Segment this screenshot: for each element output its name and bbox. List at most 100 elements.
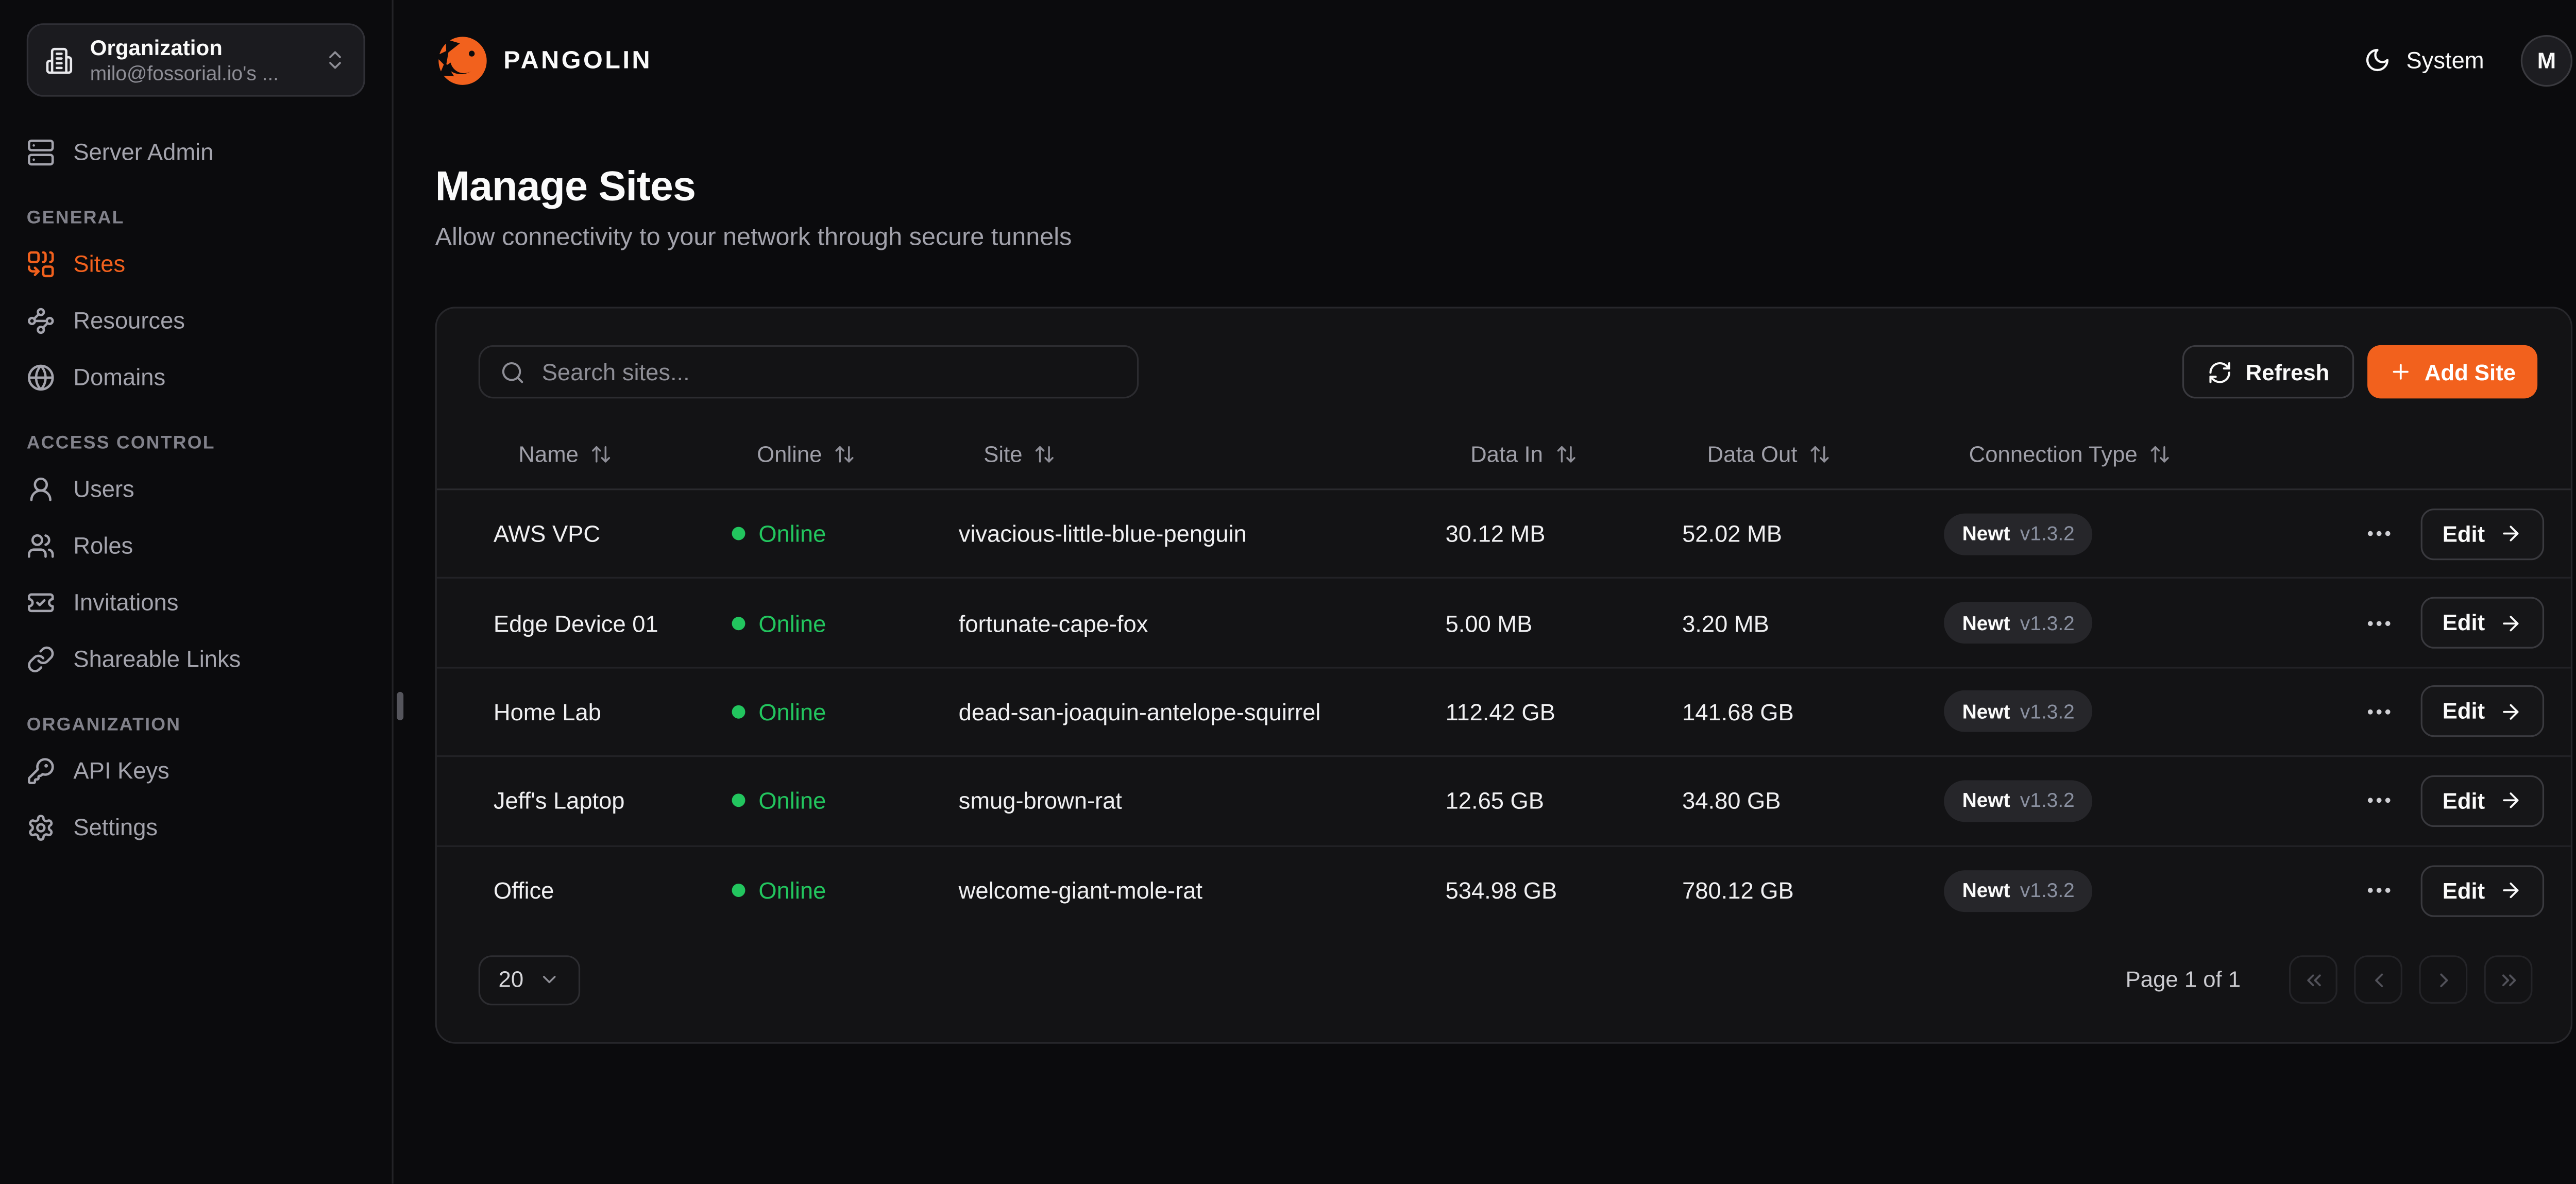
arrow-right-icon [2498,879,2521,902]
refresh-button[interactable]: Refresh [2182,345,2354,399]
row-menu-button[interactable] [2364,697,2394,727]
edit-button[interactable]: Edit [2421,686,2544,738]
actions-cell: Edit [2364,597,2576,649]
first-page-button[interactable] [2289,956,2337,1005]
online-status-cell: Online [732,520,959,547]
org-switcher[interactable]: Organization milo@fossorial.io's ... [27,23,365,96]
add-site-button[interactable]: Add Site [2368,345,2537,399]
refresh-icon [2207,359,2232,384]
sidebar-item-label: Invitations [73,588,178,615]
sites-table-card: Refresh Add Site Name Online Site Data I… [435,307,2573,1043]
globe-icon [27,363,55,391]
sidebar-item-settings[interactable]: Settings [27,799,365,855]
online-label: Online [758,877,826,904]
name-cell: Edge Device 01 [494,610,732,636]
sidebar-item-roles[interactable]: Roles [27,517,365,573]
sort-icon [1809,443,1831,464]
column-header-name[interactable]: Name [494,441,732,466]
row-menu-button[interactable] [2364,876,2394,906]
avatar[interactable]: M [2521,34,2572,86]
pangolin-logo[interactable]: PANGOLIN [435,32,653,88]
column-header-site[interactable]: Site [959,441,1446,466]
connection-type-cell: Newtv1.3.2 [1944,691,2364,733]
table-row: Jeff's Laptop Online smug-brown-rat 12.6… [437,757,2571,847]
ellipsis-icon [2364,876,2394,906]
online-dot [732,705,745,719]
search-icon [500,359,526,384]
chevrons-right-icon [2497,969,2520,992]
site-cell: smug-brown-rat [959,788,1446,815]
prev-page-button[interactable] [2354,956,2402,1005]
online-status-cell: Online [732,610,959,636]
theme-toggle-label: System [2406,47,2484,74]
sidebar-scrollbar-thumb[interactable] [397,692,402,720]
name-cell: Office [494,877,732,904]
edit-button[interactable]: Edit [2421,508,2544,560]
chevron-left-icon [2366,969,2389,992]
edit-button[interactable]: Edit [2421,865,2544,917]
building-icon [45,46,73,74]
column-header-online[interactable]: Online [732,441,959,466]
actions-cell: Edit [2364,508,2576,560]
sidebar-item-api-keys[interactable]: API Keys [27,742,365,799]
sidebar-item-label: Settings [73,814,158,840]
actions-cell: Edit [2364,865,2576,917]
sidebar-item-resources[interactable]: Resources [27,292,365,348]
column-header-connection-type[interactable]: Connection Type [1944,441,2364,466]
online-label: Online [758,788,826,815]
sites-table: Name Online Site Data In Data Out Connec… [437,418,2571,935]
edit-button[interactable]: Edit [2421,775,2544,826]
sidebar-item-shareable-links[interactable]: Shareable Links [27,630,365,687]
sort-icon [834,443,855,464]
theme-toggle-button[interactable]: System [2365,47,2484,74]
sidebar-item-server-admin[interactable]: Server Admin [27,123,365,180]
connection-badge: Newtv1.3.2 [1944,780,2093,822]
brand-name: PANGOLIN [503,46,652,74]
plus-icon [2389,360,2413,383]
combine-icon [27,249,55,278]
last-page-button[interactable] [2484,956,2533,1005]
page-content: Manage Sites Allow connectivity to your … [394,120,2576,1044]
arrow-right-icon [2498,522,2521,545]
column-header-data-out[interactable]: Data Out [1682,441,1944,466]
server-icon [27,138,55,166]
row-menu-button[interactable] [2364,608,2394,638]
chevron-down-icon [538,970,560,991]
page-size-select[interactable]: 20 [479,955,580,1005]
actions-cell: Edit [2364,686,2576,738]
sort-icon [1555,443,1577,464]
data-in-cell: 112.42 GB [1446,699,1683,725]
connection-badge: Newtv1.3.2 [1944,602,2093,644]
sidebar-item-users[interactable]: Users [27,460,365,517]
edit-button[interactable]: Edit [2421,597,2544,649]
sidebar-item-label: Sites [73,250,125,277]
next-page-button[interactable] [2419,956,2467,1005]
page-size-value: 20 [499,968,524,993]
ellipsis-icon [2364,786,2394,816]
sidebar-item-invitations[interactable]: Invitations [27,573,365,630]
online-dot [732,884,745,898]
name-cell: Home Lab [494,699,732,725]
pangolin-logo-icon [435,32,490,88]
sidebar-item-sites[interactable]: Sites [27,235,365,292]
site-cell: welcome-giant-mole-rat [959,877,1446,904]
column-header-data-in[interactable]: Data In [1446,441,1683,466]
sidebar-item-label: Users [73,475,134,502]
sidebar-item-domains[interactable]: Domains [27,348,365,405]
online-status-cell: Online [732,877,959,904]
search-box[interactable] [479,345,1139,399]
online-dot [732,616,745,630]
users-icon [27,531,55,560]
app-window: Organization milo@fossorial.io's ... Ser… [0,0,2576,1184]
online-status-cell: Online [732,699,959,725]
row-menu-button[interactable] [2364,786,2394,816]
ellipsis-icon [2364,519,2394,549]
add-site-label: Add Site [2425,359,2516,384]
row-menu-button[interactable] [2364,519,2394,549]
sidebar-item-label: Domains [73,363,165,390]
search-input[interactable] [542,359,1117,385]
sidebar-item-label: Resources [73,307,185,333]
main-area: PANGOLIN System M Manage Sites Allow con… [394,0,2576,1184]
data-out-cell: 141.68 GB [1682,699,1944,725]
chevrons-left-icon [2301,969,2325,992]
